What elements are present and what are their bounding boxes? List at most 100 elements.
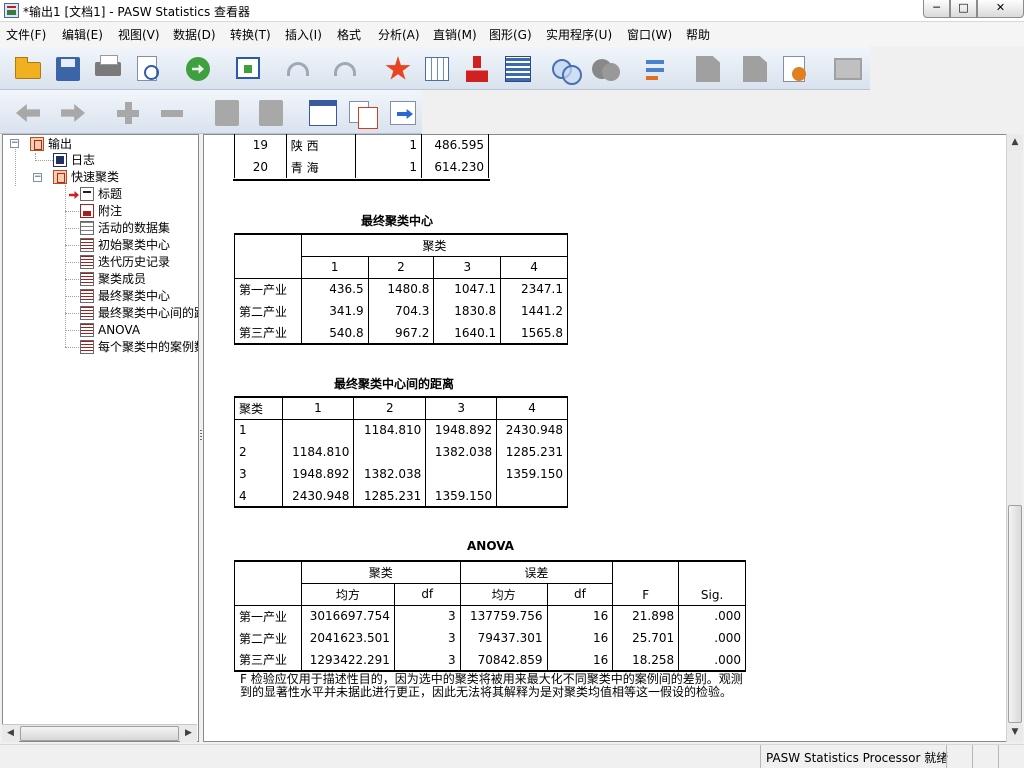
table-cell: 1359.150: [425, 485, 498, 508]
print-preview-button[interactable]: [133, 54, 163, 82]
table-cell: 436.5: [300, 278, 369, 300]
cluster-membership-table-partial: 19 陕 西 1 486.595 20 青 海 1 614.230: [234, 134, 489, 178]
value-labels-button[interactable]: [640, 54, 670, 82]
table-icon: [80, 255, 94, 269]
use-sets-button[interactable]: [693, 54, 723, 82]
tree-line: [65, 245, 79, 246]
show-all-variables-button[interactable]: [740, 54, 770, 82]
anova-table: 聚类 误差 F Sig. 均方 df 均方 df 第一产业 3016697.75…: [234, 560, 746, 672]
open-button[interactable]: [13, 54, 43, 82]
tree-line: [65, 211, 79, 212]
insert-heading-button[interactable]: [307, 98, 337, 126]
export-button[interactable]: [183, 54, 213, 82]
table-cell: 2041623.501: [300, 627, 395, 649]
splitter-grip: [200, 430, 202, 440]
row-label: 第三产业: [234, 322, 302, 345]
scroll-left-button[interactable]: ◀: [2, 725, 19, 742]
status-text: PASW Statistics Processor 就绪: [766, 751, 949, 765]
hide-button[interactable]: [256, 98, 286, 126]
menu-analyze[interactable]: 分析(A): [378, 26, 420, 43]
app-icon: [4, 3, 19, 18]
select-cases-button[interactable]: [590, 54, 620, 82]
table-cell: 1285.231: [353, 485, 427, 508]
main-toolbar: [0, 46, 870, 90]
table-icon: [80, 306, 94, 320]
menu-data[interactable]: 数据(D): [173, 26, 216, 43]
menu-format[interactable]: 格式: [337, 26, 361, 43]
expand-button[interactable]: [113, 98, 143, 126]
table-cell: 21.898: [612, 605, 680, 627]
menu-file[interactable]: 文件(F): [6, 26, 46, 43]
scroll-thumb[interactable]: [20, 726, 179, 741]
insert-text-button[interactable]: [388, 98, 418, 126]
menu-graphs[interactable]: 图形(G): [489, 26, 532, 43]
minimize-button[interactable]: ─: [923, 0, 950, 18]
menu-edit[interactable]: 编辑(E): [62, 26, 103, 43]
undo-button[interactable]: [283, 54, 313, 82]
designate-window-button[interactable]: [832, 54, 862, 82]
show-icon: [215, 100, 239, 126]
menu-window[interactable]: 窗口(W): [627, 26, 672, 43]
table-row: 3 1948.892 1382.038 1359.150: [234, 463, 568, 485]
table-cell: 2347.1: [500, 278, 568, 300]
scroll-right-button[interactable]: ▶: [180, 725, 197, 742]
scroll-thumb[interactable]: [1008, 505, 1022, 723]
table-cell: 704.3: [367, 300, 435, 322]
outline-horizontal-scrollbar[interactable]: ◀ ▶: [2, 724, 197, 742]
maximize-button[interactable]: □: [950, 0, 977, 18]
split-file-button[interactable]: [550, 54, 582, 85]
column-header: 4: [500, 255, 568, 279]
save-button[interactable]: [53, 54, 83, 82]
collapse-section-toggle[interactable]: −: [33, 173, 42, 182]
table-cell: 3: [393, 605, 461, 627]
collapse-button[interactable]: [157, 98, 187, 126]
scroll-down-button[interactable]: ▼: [1007, 724, 1023, 741]
insert-cases-button[interactable]: [462, 54, 492, 82]
run-script-icon: [783, 56, 806, 82]
table-cell: [353, 441, 427, 463]
table-icon: [80, 323, 94, 337]
close-button[interactable]: ✕: [977, 0, 1024, 18]
column-header: 3: [433, 255, 502, 279]
table-cell: 1441.2: [500, 300, 568, 322]
menu-direct-marketing[interactable]: 直销(M): [433, 26, 477, 43]
collapse-root-toggle[interactable]: −: [10, 139, 19, 148]
goto-data-button[interactable]: [233, 54, 263, 82]
log-icon: [53, 153, 67, 167]
goto-case-button[interactable]: [382, 54, 412, 82]
toolbar-filler: [870, 46, 1024, 90]
scroll-up-button[interactable]: ▲: [1007, 134, 1023, 151]
toolbar-filler: [422, 90, 1024, 134]
table-icon: [80, 289, 94, 303]
table-header-row: 聚类 误差 F Sig.: [234, 560, 746, 606]
table-cell: 1184.810: [281, 441, 355, 463]
insert-title-button[interactable]: [347, 98, 378, 129]
output-vertical-scrollbar[interactable]: ▲ ▼: [1006, 134, 1023, 742]
show-button[interactable]: [212, 98, 242, 126]
tree-line: [65, 228, 79, 229]
menu-help[interactable]: 帮助: [686, 26, 710, 43]
menu-insert[interactable]: 插入(I): [285, 26, 322, 43]
anova-title: ANOVA: [467, 539, 514, 553]
run-script-button[interactable]: [780, 54, 810, 82]
variables-button[interactable]: [422, 54, 452, 82]
tree-line: [65, 185, 66, 347]
print-button[interactable]: [93, 54, 123, 82]
print-preview-icon: [137, 56, 159, 81]
status-divider: [760, 745, 761, 768]
menu-utilities[interactable]: 实用程序(U): [546, 26, 612, 43]
promote-button[interactable]: [13, 98, 43, 126]
demote-button[interactable]: [58, 98, 88, 126]
table-cell: .000: [678, 627, 746, 649]
table-cell: 137759.756: [459, 605, 548, 627]
redo-button[interactable]: [330, 54, 360, 82]
f-column-header: F: [612, 560, 680, 606]
menu-transform[interactable]: 转换(T): [230, 26, 271, 43]
distance-value: 486.595: [421, 134, 489, 156]
window-title: *输出1 [文档1] - PASW Statistics 查看器: [23, 5, 251, 19]
insert-variable-button[interactable]: [502, 54, 532, 82]
tree-line: [65, 313, 79, 314]
anova-footnote: F 检验应仅用于描述性目的，因为选中的聚类将被用来最大化不同聚类中的案例间的差别…: [240, 672, 743, 699]
hide-icon: [259, 100, 283, 126]
menu-view[interactable]: 视图(V): [118, 26, 160, 43]
